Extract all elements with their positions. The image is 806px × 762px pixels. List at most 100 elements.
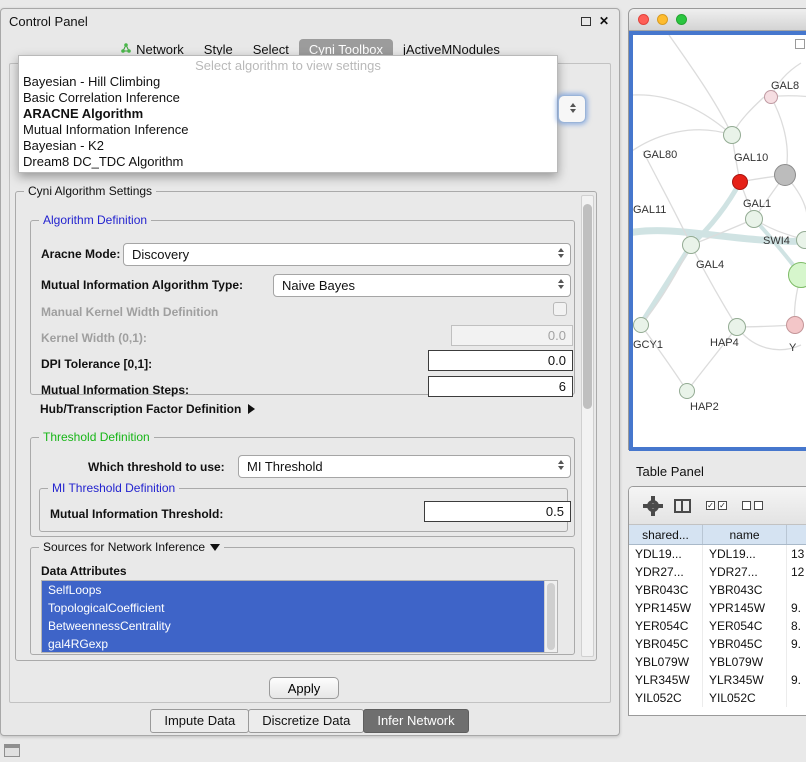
zoom-window-icon[interactable] bbox=[676, 14, 687, 25]
cell[interactable]: YBR043C bbox=[703, 581, 787, 599]
network-node-hap4[interactable] bbox=[728, 318, 746, 336]
hub-transcription-factor-section[interactable]: Hub/Transcription Factor Definition bbox=[40, 402, 255, 416]
algorithm-definition-title: Algorithm Definition bbox=[39, 213, 151, 227]
network-node-gal1[interactable] bbox=[745, 210, 763, 228]
tab-infer-network[interactable]: Infer Network bbox=[363, 709, 468, 733]
list-item[interactable]: TopologicalCoefficient bbox=[42, 599, 546, 617]
gear-icon[interactable] bbox=[647, 500, 659, 512]
close-panel-icon[interactable] bbox=[599, 15, 611, 27]
column-header-name[interactable]: name bbox=[703, 525, 787, 544]
cell[interactable]: YBL079W bbox=[703, 653, 787, 671]
column-header[interactable] bbox=[787, 525, 806, 544]
table-row[interactable]: YLR345WYLR345W9. bbox=[629, 671, 806, 689]
mi-threshold-field[interactable]: 0.5 bbox=[424, 501, 571, 522]
table-row[interactable]: YDL19...YDL19...13 bbox=[629, 545, 806, 563]
popup-item-selected[interactable]: ARACNE Algorithm bbox=[19, 106, 557, 122]
table-row[interactable]: YER054CYER054C8. bbox=[629, 617, 806, 635]
mi-steps-field[interactable]: 6 bbox=[428, 376, 573, 397]
cell[interactable]: YDR27... bbox=[629, 563, 703, 581]
settings-scrollbar[interactable] bbox=[581, 195, 594, 657]
cell[interactable]: 13 bbox=[787, 545, 806, 563]
list-item[interactable]: gal4RGexp bbox=[42, 635, 546, 653]
mi-threshold-value: 0.5 bbox=[546, 504, 564, 519]
cell[interactable]: YLR345W bbox=[629, 671, 703, 689]
manual-kernel-checkbox[interactable] bbox=[553, 302, 567, 316]
which-threshold-value: MI Threshold bbox=[247, 459, 323, 474]
cell[interactable] bbox=[787, 581, 806, 599]
cell[interactable]: YLR345W bbox=[703, 671, 787, 689]
tab-discretize-data[interactable]: Discretize Data bbox=[248, 709, 364, 733]
cell[interactable]: YIL052C bbox=[629, 689, 703, 707]
add-column-icon[interactable] bbox=[674, 499, 691, 513]
close-window-icon[interactable] bbox=[638, 14, 649, 25]
cell[interactable]: 9. bbox=[787, 599, 806, 617]
network-node-gal4[interactable] bbox=[682, 236, 700, 254]
cell[interactable] bbox=[787, 653, 806, 671]
cell[interactable]: YBR043C bbox=[629, 581, 703, 599]
cell[interactable]: 9. bbox=[787, 635, 806, 653]
kernel-width-field[interactable]: 0.0 bbox=[451, 325, 573, 346]
apply-button[interactable]: Apply bbox=[269, 677, 339, 699]
network-node[interactable] bbox=[786, 316, 804, 334]
cell[interactable]: YPR145W bbox=[703, 599, 787, 617]
cell[interactable]: YIL052C bbox=[703, 689, 787, 707]
algorithm-combo-button[interactable] bbox=[558, 95, 586, 123]
table-panel-window: shared... name YDL19...YDL19...13 YDR27.… bbox=[628, 486, 806, 716]
cell[interactable]: YDR27... bbox=[703, 563, 787, 581]
cell[interactable]: 9. bbox=[787, 671, 806, 689]
network-canvas[interactable]: GAL8 GAL80 GAL10 GAL11 GAL1 SWI4 GAL4 GC… bbox=[629, 31, 806, 451]
cell[interactable] bbox=[787, 689, 806, 707]
network-node-gcy1[interactable] bbox=[633, 317, 649, 333]
table-row[interactable]: YDR27...YDR27...12 bbox=[629, 563, 806, 581]
cell[interactable]: YDL19... bbox=[703, 545, 787, 563]
scrollbar-thumb[interactable] bbox=[547, 583, 555, 650]
deselect-all-icon[interactable] bbox=[742, 501, 763, 510]
data-attributes-list[interactable]: SelfLoops TopologicalCoefficient Between… bbox=[41, 580, 558, 653]
cell[interactable]: YBR045C bbox=[703, 635, 787, 653]
which-threshold-combo[interactable]: MI Threshold bbox=[238, 455, 571, 478]
network-node-hap2[interactable] bbox=[679, 383, 695, 399]
scrollbar-thumb[interactable] bbox=[583, 204, 592, 409]
dpi-tolerance-field[interactable]: 0.0 bbox=[428, 350, 573, 371]
cell[interactable]: 8. bbox=[787, 617, 806, 635]
popup-item[interactable]: Mutual Information Inference bbox=[19, 122, 557, 138]
bottom-tabs: Impute Data Discretize Data Infer Networ… bbox=[1, 709, 619, 733]
node-label: HAP2 bbox=[690, 401, 719, 413]
popup-item[interactable]: Bayesian - Hill Climbing bbox=[19, 74, 557, 90]
mi-algorithm-type-combo[interactable]: Naive Bayes bbox=[273, 274, 571, 297]
table-row[interactable]: YBR043CYBR043C bbox=[629, 581, 806, 599]
list-item[interactable]: SelfLoops bbox=[42, 581, 546, 599]
cell[interactable]: YER054C bbox=[629, 617, 703, 635]
column-header-shared-name[interactable]: shared... bbox=[629, 525, 703, 544]
cell[interactable]: YER054C bbox=[703, 617, 787, 635]
cell[interactable]: 12 bbox=[787, 563, 806, 581]
table-row[interactable]: YIL052CYIL052C bbox=[629, 689, 806, 707]
cell[interactable]: YBR045C bbox=[629, 635, 703, 653]
sources-group-title[interactable]: Sources for Network Inference bbox=[39, 540, 224, 554]
cell[interactable]: YDL19... bbox=[629, 545, 703, 563]
popup-item[interactable]: Basic Correlation Inference bbox=[19, 90, 557, 106]
restore-panel-icon[interactable] bbox=[4, 744, 20, 757]
cell[interactable]: YBL079W bbox=[629, 653, 703, 671]
table-row[interactable]: YBR045CYBR045C9. bbox=[629, 635, 806, 653]
network-node[interactable] bbox=[764, 90, 778, 104]
aracne-mode-combo[interactable]: Discovery bbox=[123, 243, 571, 266]
tab-impute-data[interactable]: Impute Data bbox=[150, 709, 249, 733]
list-scrollbar[interactable] bbox=[544, 581, 557, 652]
list-item[interactable]: BetweennessCentrality bbox=[42, 617, 546, 635]
select-all-icon[interactable] bbox=[706, 501, 727, 510]
network-node-gal10[interactable] bbox=[732, 174, 748, 190]
network-node[interactable] bbox=[774, 164, 796, 186]
popup-item[interactable]: Dream8 DC_TDC Algorithm bbox=[19, 154, 557, 170]
control-panel-titlebar: Control Panel bbox=[1, 9, 619, 33]
table-row[interactable]: YBL079WYBL079W bbox=[629, 653, 806, 671]
cell[interactable]: YPR145W bbox=[629, 599, 703, 617]
network-window-titlebar[interactable] bbox=[629, 9, 806, 31]
combo-arrows-icon bbox=[558, 279, 564, 289]
float-panel-icon[interactable] bbox=[581, 17, 591, 26]
overview-toggle[interactable] bbox=[795, 39, 805, 49]
network-node[interactable] bbox=[723, 126, 741, 144]
popup-item[interactable]: Bayesian - K2 bbox=[19, 138, 557, 154]
minimize-window-icon[interactable] bbox=[657, 14, 668, 25]
table-row[interactable]: YPR145WYPR145W9. bbox=[629, 599, 806, 617]
